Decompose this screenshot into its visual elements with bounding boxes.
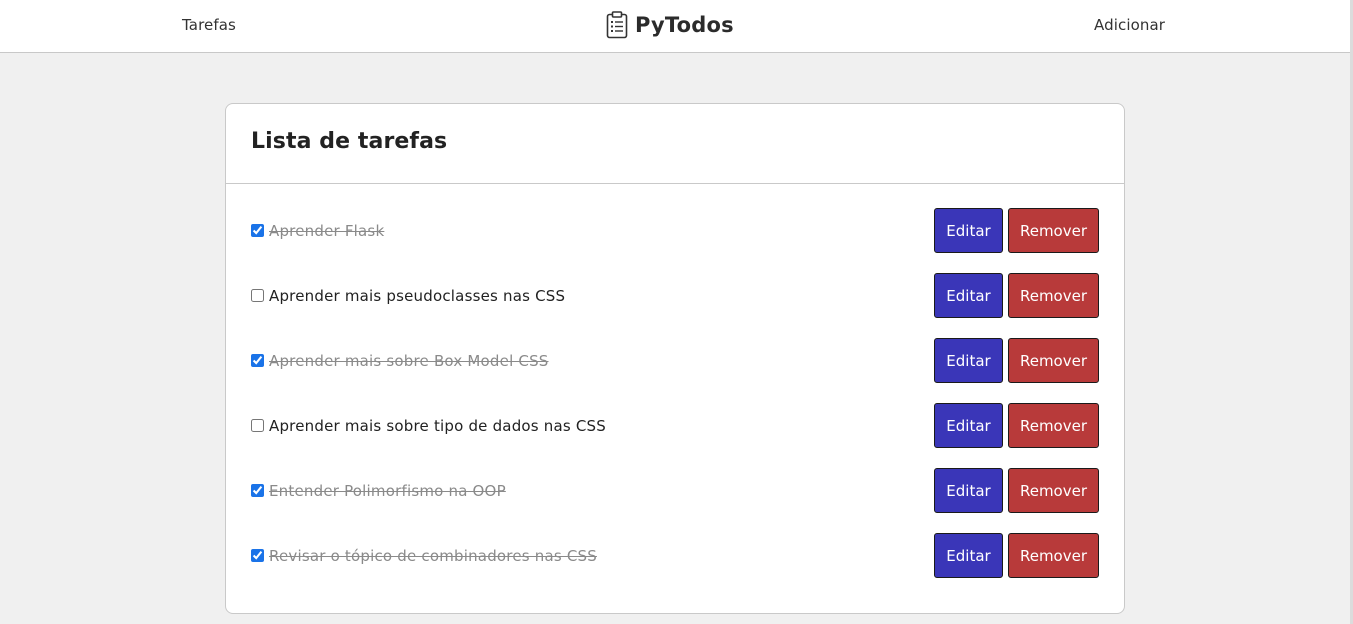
task-text: Aprender mais sobre Box Model CSS — [269, 351, 549, 370]
task-item[interactable]: Revisar o tópico de combinadores nas CSS — [251, 547, 597, 565]
nav-link-add[interactable]: Adicionar — [1094, 16, 1165, 34]
remove-button[interactable]: Remover — [1008, 468, 1099, 513]
brand[interactable]: PyTodos — [606, 11, 734, 39]
task-item[interactable]: Aprender mais pseudoclasses nas CSS — [251, 287, 565, 305]
task-row: Entender Polimorfismo na OOP Editar Remove… — [251, 468, 1099, 513]
edit-button[interactable]: Editar — [934, 533, 1003, 578]
task-actions: Editar Remover — [934, 273, 1099, 318]
task-row: Aprender mais pseudoclasses nas CSS Edita… — [251, 273, 1099, 318]
edit-button[interactable]: Editar — [934, 208, 1003, 253]
remove-button[interactable]: Remover — [1008, 273, 1099, 318]
task-row: Revisar o tópico de combinadores nas CSS… — [251, 533, 1099, 578]
remove-button[interactable]: Remover — [1008, 208, 1099, 253]
edit-button[interactable]: Editar — [934, 338, 1003, 383]
edit-button[interactable]: Editar — [934, 273, 1003, 318]
task-done-checkbox[interactable] — [251, 289, 264, 302]
task-actions: Editar Remover — [934, 208, 1099, 253]
task-actions: Editar Remover — [934, 338, 1099, 383]
task-card: Lista de tarefas Aprender Flask Editar Rem… — [225, 103, 1125, 614]
task-text: Aprender mais pseudoclasses nas CSS — [269, 286, 566, 305]
nav-link-tasks[interactable]: Tarefas — [182, 16, 236, 34]
task-row: Aprender Flask Editar Remover — [251, 208, 1099, 253]
remove-button[interactable]: Remover — [1008, 533, 1099, 578]
task-text: Aprender Flask — [269, 221, 385, 240]
navbar: Tarefas PyTodos Adicionar — [0, 0, 1350, 53]
task-list: Aprender Flask Editar Remover Aprender mais… — [226, 184, 1124, 578]
remove-button[interactable]: Remover — [1008, 338, 1099, 383]
clipboard-icon — [606, 11, 628, 39]
task-text: Aprender mais sobre tipo de dados nas CS… — [269, 416, 606, 435]
task-text: Entender Polimorfismo na OOP — [269, 481, 506, 500]
edit-button[interactable]: Editar — [934, 403, 1003, 448]
remove-button[interactable]: Remover — [1008, 403, 1099, 448]
brand-name: PyTodos — [635, 13, 734, 37]
task-done-checkbox[interactable] — [251, 419, 264, 432]
page-title: Lista de tarefas — [251, 129, 448, 154]
task-item[interactable]: Aprender Flask — [251, 222, 384, 240]
task-actions: Editar Remover — [934, 468, 1099, 513]
task-done-checkbox[interactable] — [251, 484, 264, 497]
task-text: Revisar o tópico de combinadores nas CSS — [269, 546, 597, 565]
task-done-checkbox[interactable] — [251, 354, 264, 367]
task-item[interactable]: Entender Polimorfismo na OOP — [251, 482, 506, 500]
task-row: Aprender mais sobre tipo de dados nas CS… — [251, 403, 1099, 448]
task-done-checkbox[interactable] — [251, 549, 264, 562]
task-row: Aprender mais sobre Box Model CSS Editar R… — [251, 338, 1099, 383]
task-actions: Editar Remover — [934, 533, 1099, 578]
card-header: Lista de tarefas — [226, 104, 1124, 184]
task-item[interactable]: Aprender mais sobre tipo de dados nas CS… — [251, 417, 606, 435]
task-actions: Editar Remover — [934, 403, 1099, 448]
task-done-checkbox[interactable] — [251, 224, 264, 237]
task-item[interactable]: Aprender mais sobre Box Model CSS — [251, 352, 549, 370]
edit-button[interactable]: Editar — [934, 468, 1003, 513]
